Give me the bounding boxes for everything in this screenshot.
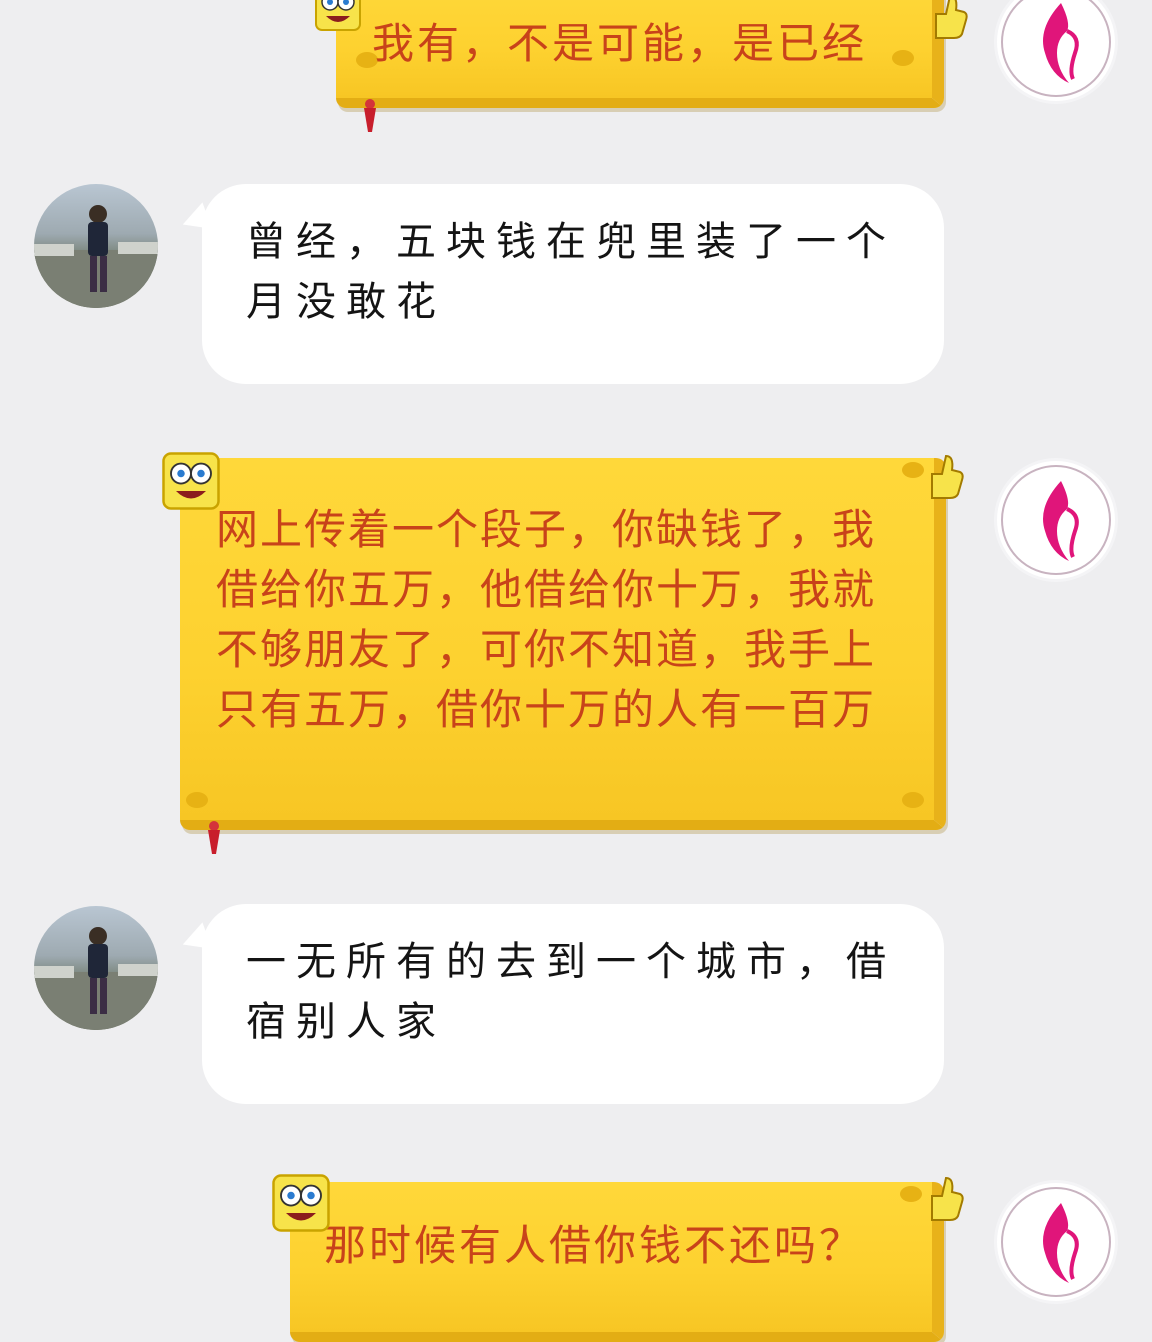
person-photo-icon [34, 205, 158, 308]
chat-bubble-yellow[interactable]: 那时候有人借你钱不还吗？ [290, 1182, 944, 1342]
message-text: 曾经，五块钱在兜里装了一个月没敢花 [246, 219, 896, 325]
spongebob-icon [315, 0, 361, 31]
spongebob-icon [162, 452, 220, 510]
chat-bubble-white[interactable]: 一无所有的去到一个城市，借宿别人家 [177, 904, 944, 1104]
message-text: 一无所有的去到一个城市，借宿别人家 [246, 939, 896, 1045]
brand-logo-icon [1001, 0, 1111, 97]
bubble-tail [177, 922, 213, 958]
thumbs-up-icon [935, 0, 968, 39]
brand-logo-icon [1001, 1187, 1111, 1297]
tassel-icon [364, 99, 376, 132]
bubble-tail [177, 202, 213, 238]
user-photo-avatar[interactable] [34, 184, 158, 308]
spongebob-icon [272, 1174, 330, 1232]
scroll-rivet-icon [186, 792, 208, 808]
thumbs-up-icon [931, 454, 964, 499]
tassel-icon [208, 821, 220, 854]
chat-bubble-white[interactable]: 曾经，五块钱在兜里装了一个月没敢花 [177, 184, 944, 384]
brand-avatar[interactable] [994, 0, 1118, 104]
chat-bubble-yellow[interactable]: 我有，不是可能，是已经 [336, 0, 944, 108]
message-text: 网上传着一个段子，你缺钱了，我借给你五万，他借给你十万，我就不够朋友了，可你不知… [216, 505, 877, 734]
brand-avatar[interactable] [994, 1180, 1118, 1304]
scroll-rivet-icon [902, 792, 924, 808]
chat-bubble-yellow[interactable]: 网上传着一个段子，你缺钱了，我借给你五万，他借给你十万，我就不够朋友了，可你不知… [180, 458, 946, 830]
user-photo-avatar[interactable] [34, 906, 158, 1030]
message-text: 我有，不是可能，是已经 [372, 19, 868, 68]
scroll-rivet-icon [902, 462, 924, 478]
brand-avatar[interactable] [994, 458, 1118, 582]
scroll-rivet-icon [900, 1186, 922, 1202]
person-photo-icon [34, 927, 158, 1030]
thumbs-up-icon [931, 1176, 964, 1221]
message-text: 那时候有人借你钱不还吗？ [324, 1221, 865, 1270]
brand-logo-icon [1001, 465, 1111, 575]
